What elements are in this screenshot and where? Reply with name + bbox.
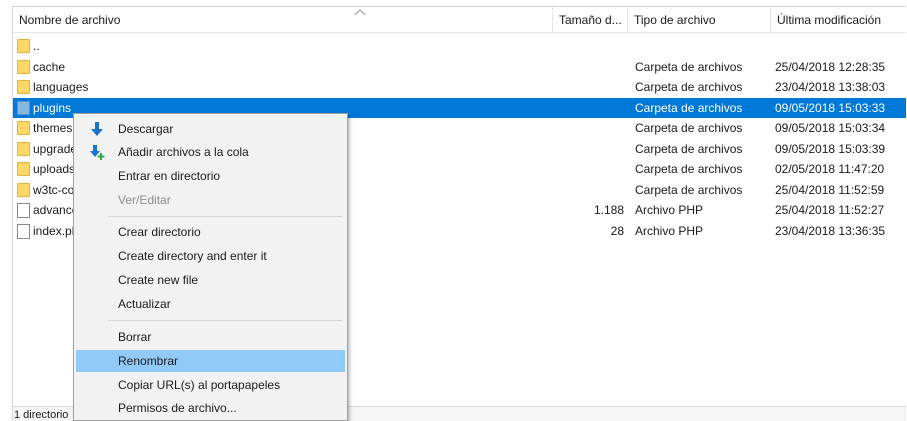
- column-header-type[interactable]: Tipo de archivo: [628, 7, 771, 33]
- file-modified: 09/05/2018 15:03:33: [775, 100, 886, 115]
- menu-item-add-to-queue[interactable]: Añadir archivos a la cola: [76, 141, 345, 163]
- file-modified: [775, 36, 905, 57]
- file-modified: 09/05/2018 15:03:34: [775, 121, 886, 135]
- file-modified: 25/04/2018 12:28:35: [775, 59, 886, 74]
- add-to-queue-icon: [90, 145, 105, 160]
- menu-item-rename[interactable]: Renombrar: [76, 350, 345, 372]
- menu-item-label: Descargar: [118, 122, 174, 136]
- menu-item-copy-url[interactable]: Copiar URL(s) al portapapeles: [76, 374, 345, 396]
- menu-item-label: Actualizar: [118, 297, 171, 311]
- download-arrow-icon: [91, 122, 103, 136]
- menu-item-label: Añadir archivos a la cola: [118, 145, 249, 159]
- file-name: languages: [33, 80, 89, 94]
- file-size: [554, 77, 624, 98]
- table-row[interactable]: languages Carpeta de archivos 23/04/2018…: [13, 77, 906, 98]
- menu-item-label: Entrar en directorio: [118, 169, 221, 183]
- file-type: Carpeta de archivos: [635, 59, 743, 74]
- file-size: 28: [610, 223, 624, 238]
- column-header-modified[interactable]: Última modificación: [771, 7, 906, 33]
- file-type: Carpeta de archivos: [635, 162, 743, 176]
- column-header-size[interactable]: Tamaño d...: [553, 7, 628, 33]
- menu-item-label: Crear directorio: [118, 225, 201, 239]
- file-name: ..: [33, 39, 40, 53]
- file-size: [554, 139, 624, 160]
- menu-item-label: Ver/Editar: [118, 193, 171, 207]
- column-header-name[interactable]: Nombre de archivo: [13, 7, 553, 33]
- folder-icon: [17, 59, 30, 74]
- menu-item-refresh[interactable]: Actualizar: [76, 293, 345, 315]
- menu-separator: [108, 216, 342, 217]
- file-modified: 25/04/2018 11:52:27: [775, 203, 885, 217]
- file-type: Archivo PHP: [635, 223, 704, 238]
- file-type: Carpeta de archivos: [635, 100, 743, 115]
- file-modified: 25/04/2018 11:52:59: [775, 182, 885, 197]
- file-size: [554, 98, 624, 119]
- file-size: [554, 118, 624, 139]
- column-header-bar: Nombre de archivo Tamaño d... Tipo de ar…: [13, 7, 906, 33]
- folder-icon: [17, 141, 30, 156]
- file-modified: 02/05/2018 11:47:20: [775, 162, 885, 176]
- menu-item-create-directory[interactable]: Crear directorio: [76, 221, 345, 243]
- menu-item-file-permissions[interactable]: Permisos de archivo...: [76, 397, 345, 419]
- menu-item-label: Borrar: [118, 330, 152, 344]
- folder-icon: [17, 80, 30, 94]
- file-size: [554, 36, 624, 57]
- status-text: 1 directorio: [14, 409, 69, 421]
- menu-separator: [108, 320, 342, 321]
- file-type: Carpeta de archivos: [635, 182, 743, 197]
- menu-item-create-new-file[interactable]: Create new file: [76, 269, 345, 291]
- file-size: 1.188: [593, 203, 624, 217]
- menu-item-download[interactable]: Descargar: [76, 118, 345, 140]
- file-name: cache: [33, 59, 66, 74]
- menu-item-label: Copiar URL(s) al portapapeles: [118, 378, 281, 392]
- menu-item-enter-directory[interactable]: Entrar en directorio: [76, 165, 345, 187]
- context-menu: Descargar Añadir archivos a la cola Entr…: [73, 113, 348, 421]
- file-type: [635, 36, 770, 57]
- file-type: Carpeta de archivos: [635, 80, 743, 94]
- folder-icon: [17, 100, 30, 115]
- menu-item-label: Create directory and enter it: [118, 249, 267, 263]
- file-type: Archivo PHP: [635, 203, 704, 217]
- folder-icon: [17, 182, 30, 197]
- menu-item-label: Permisos de archivo...: [118, 401, 237, 415]
- sort-ascending-icon: [354, 9, 366, 16]
- file-icon: [17, 223, 30, 239]
- file-modified: 23/04/2018 13:36:35: [775, 223, 886, 238]
- menu-item-delete[interactable]: Borrar: [76, 326, 345, 348]
- table-row[interactable]: cache Carpeta de archivos 25/04/2018 12:…: [13, 57, 906, 78]
- file-manager-window: Nombre de archivo Tamaño d... Tipo de ar…: [0, 0, 907, 421]
- menu-item-create-directory-enter[interactable]: Create directory and enter it: [76, 245, 345, 267]
- file-modified: 23/04/2018 13:38:03: [775, 80, 886, 94]
- folder-icon: [17, 162, 30, 176]
- menu-item-view-edit: Ver/Editar: [76, 189, 345, 211]
- file-size: [554, 57, 624, 78]
- menu-item-label: Renombrar: [118, 354, 179, 368]
- file-icon: [17, 203, 30, 218]
- file-modified: 09/05/2018 15:03:39: [775, 141, 886, 156]
- file-size: [554, 159, 624, 180]
- file-type: Carpeta de archivos: [635, 121, 743, 135]
- table-row[interactable]: ..: [13, 36, 906, 57]
- file-type: Carpeta de archivos: [635, 141, 743, 156]
- folder-icon: [17, 39, 30, 53]
- menu-item-label: Create new file: [118, 273, 199, 287]
- folder-icon: [17, 121, 30, 135]
- file-size: [554, 180, 624, 201]
